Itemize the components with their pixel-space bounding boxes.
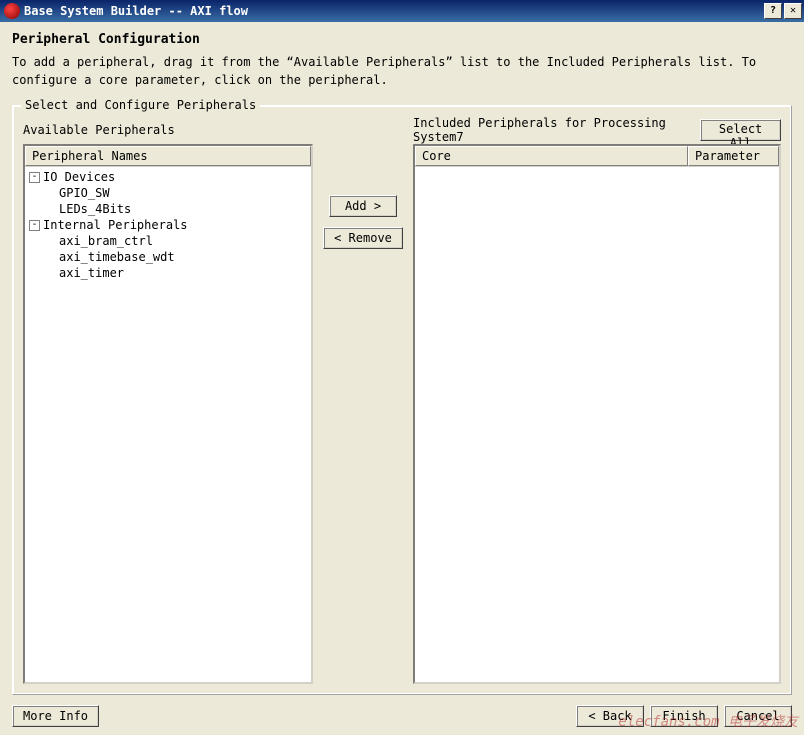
cancel-button[interactable]: Cancel	[724, 705, 792, 727]
select-all-button[interactable]: Select All	[700, 119, 781, 141]
finish-button[interactable]: Finish	[650, 705, 718, 727]
tree-label: GPIO_SW	[59, 186, 110, 200]
parameter-column-header[interactable]: Parameter	[688, 146, 779, 166]
page-title: Peripheral Configuration	[12, 32, 792, 47]
included-header-row: Included Peripherals for Processing Syst…	[413, 120, 781, 140]
available-list-header: Peripheral Names	[25, 146, 311, 167]
tree-label: axi_timer	[59, 266, 124, 280]
add-button[interactable]: Add >	[329, 195, 397, 217]
wizard-footer: More Info < Back Finish Cancel	[12, 695, 792, 727]
available-tree: - IO Devices GPIO_SW LEDs_4Bits -	[25, 167, 311, 283]
peripherals-fieldset: Select and Configure Peripherals Availab…	[12, 105, 792, 695]
tree-label: axi_bram_ctrl	[59, 234, 153, 248]
collapse-icon[interactable]: -	[29, 220, 40, 231]
included-label: Included Peripherals for Processing Syst…	[413, 116, 700, 144]
tree-label: IO Devices	[43, 170, 115, 184]
included-list-header: Core Parameter	[415, 146, 779, 167]
available-column-header[interactable]: Peripheral Names	[25, 146, 311, 166]
window-title: Base System Builder -- AXI flow	[24, 4, 764, 18]
available-column: Available Peripherals Peripheral Names -…	[23, 120, 313, 684]
middle-buttons: Add > < Remove	[313, 120, 413, 684]
tree-item-gpio-sw[interactable]: GPIO_SW	[29, 185, 307, 201]
tree-node-io-devices[interactable]: - IO Devices	[29, 169, 307, 185]
page-description: To add a peripheral, drag it from the “A…	[12, 53, 792, 89]
tree-label: axi_timebase_wdt	[59, 250, 175, 264]
tree-node-internal-peripherals[interactable]: - Internal Peripherals	[29, 217, 307, 233]
core-column-header[interactable]: Core	[415, 146, 688, 166]
tree-label: LEDs_4Bits	[59, 202, 131, 216]
tree-item-axi-timer[interactable]: axi_timer	[29, 265, 307, 281]
content-area: Peripheral Configuration To add a periph…	[0, 22, 804, 735]
remove-button[interactable]: < Remove	[323, 227, 403, 249]
fieldset-legend: Select and Configure Peripherals	[21, 98, 260, 112]
footer-right: < Back Finish Cancel	[576, 705, 792, 727]
included-listbox[interactable]: Core Parameter	[413, 144, 781, 684]
titlebar-buttons: ? ✕	[764, 3, 802, 19]
included-column: Included Peripherals for Processing Syst…	[413, 120, 781, 684]
tree-item-axi-timebase-wdt[interactable]: axi_timebase_wdt	[29, 249, 307, 265]
help-button[interactable]: ?	[764, 3, 782, 19]
tree-item-axi-bram-ctrl[interactable]: axi_bram_ctrl	[29, 233, 307, 249]
titlebar: Base System Builder -- AXI flow ? ✕	[0, 0, 804, 22]
more-info-button[interactable]: More Info	[12, 705, 99, 727]
back-button[interactable]: < Back	[576, 705, 644, 727]
app-icon	[4, 3, 20, 19]
columns: Available Peripherals Peripheral Names -…	[23, 120, 781, 684]
available-label: Available Peripherals	[23, 120, 313, 140]
close-button[interactable]: ✕	[784, 3, 802, 19]
tree-label: Internal Peripherals	[43, 218, 188, 232]
available-listbox[interactable]: Peripheral Names - IO Devices GPIO_SW	[23, 144, 313, 684]
tree-item-leds-4bits[interactable]: LEDs_4Bits	[29, 201, 307, 217]
collapse-icon[interactable]: -	[29, 172, 40, 183]
